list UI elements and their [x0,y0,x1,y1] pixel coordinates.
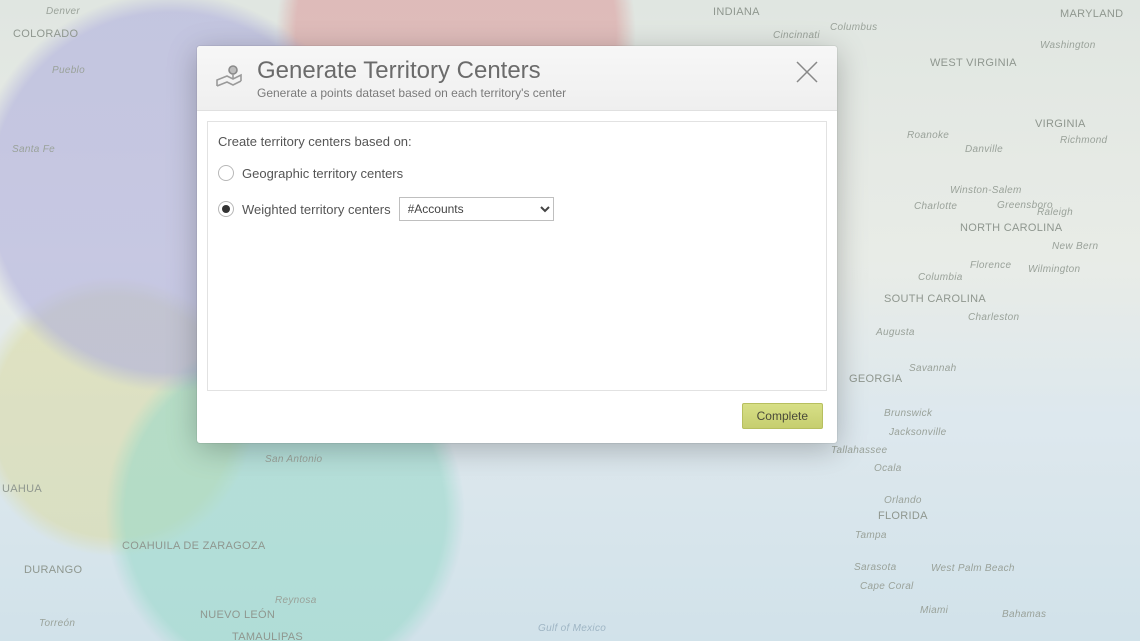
dialog-subtitle: Generate a points dataset based on each … [257,86,566,100]
generate-territory-centers-dialog: Generate Territory Centers Generate a po… [197,46,837,443]
map-label: Santa Fe [12,144,55,155]
map-label: Pueblo [52,65,85,76]
radio-weighted-centers[interactable] [218,201,234,217]
weight-field-select[interactable]: #Accounts [399,197,554,221]
map-label: Cape Coral [860,581,914,592]
map-label: Florence [970,260,1011,271]
radio-weighted-label[interactable]: Weighted territory centers [242,202,391,217]
map-label: Miami [920,605,948,616]
map-label: Denver [46,6,80,17]
map-label: Jacksonville [889,427,947,438]
map-label: VIRGINIA [1035,118,1086,130]
map-label: Torreón [39,618,75,629]
complete-button[interactable]: Complete [742,403,823,429]
map-pin-icon [213,60,245,97]
map-label: Charleston [968,312,1019,323]
map-label: Roanoke [907,130,949,141]
dialog-title: Generate Territory Centers [257,58,566,84]
map-label: NORTH CAROLINA [960,222,1062,234]
map-label: San Antonio [265,454,322,465]
map-label: West Palm Beach [931,563,1015,574]
map-label: Cincinnati [773,30,820,41]
map-label: DURANGO [24,564,82,576]
map-label: Danville [965,144,1003,155]
map-label: Tallahassee [831,445,887,456]
map-label: Brunswick [884,408,932,419]
map-label: FLORIDA [878,510,928,522]
map-label: TAMAULIPAS [232,631,303,643]
close-icon [794,59,820,85]
map-label: Charlotte [914,201,957,212]
map-label: NUEVO LEÓN [200,609,275,621]
map-label: UAHUA [2,483,42,495]
map-label: COAHUILA DE ZARAGOZA [122,540,266,552]
close-button[interactable] [793,58,821,86]
map-label: Savannah [909,363,956,374]
map-label: Wilmington [1028,264,1080,275]
map-label: Ocala [874,463,902,474]
map-label: Richmond [1060,135,1107,146]
map-label: Sarasota [854,562,896,573]
map-label: Columbia [918,272,963,283]
map-label: Gulf of Mexico [538,623,606,634]
map-label: Augusta [876,327,915,338]
radio-geographic-label[interactable]: Geographic territory centers [242,166,403,181]
map-label: GEORGIA [849,373,902,385]
map-label: Bahamas [1002,609,1046,620]
map-label: Columbus [830,22,877,33]
radio-geographic-centers[interactable] [218,165,234,181]
dialog-body: Create territory centers based on: Geogr… [207,121,827,391]
map-label: COLORADO [13,28,78,40]
dialog-header: Generate Territory Centers Generate a po… [197,46,837,111]
map-label: Tampa [855,530,887,541]
section-label: Create territory centers based on: [218,134,816,149]
map-label: Raleigh [1037,207,1073,218]
map-label: Reynosa [275,595,317,606]
map-label: Washington [1040,40,1096,51]
map-label: Orlando [884,495,922,506]
map-label: SOUTH CAROLINA [884,293,986,305]
map-label: New Bern [1052,241,1098,252]
map-label: WEST VIRGINIA [930,57,1017,69]
map-label: MARYLAND [1060,8,1123,20]
map-label: INDIANA [713,6,760,18]
map-label: Winston-Salem [950,185,1022,196]
dialog-footer: Complete [197,391,837,443]
